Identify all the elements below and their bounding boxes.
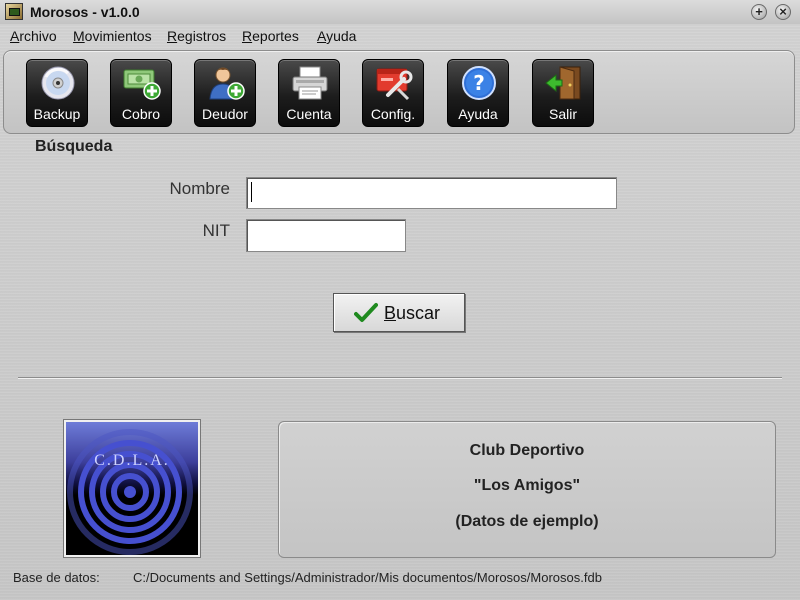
club-name-line1: Club Deportivo — [469, 442, 585, 459]
maximize-button[interactable]: + — [751, 4, 767, 20]
ayuda-label: Ayuda — [458, 106, 498, 122]
club-sample-note: (Datos de ejemplo) — [455, 513, 599, 530]
exit-door-icon — [545, 66, 581, 100]
club-name-line2: "Los Amigos" — [473, 477, 581, 494]
settings-tools-icon — [376, 68, 413, 101]
config-button[interactable]: Config. — [362, 59, 424, 127]
search-section-title: Búsqueda — [35, 138, 113, 155]
cobro-button[interactable]: Cobro — [110, 59, 172, 127]
checkmark-icon — [354, 303, 378, 322]
printer-icon — [292, 66, 328, 100]
app-icon — [5, 3, 23, 20]
menu-movimientos[interactable]: Movimientos — [73, 28, 152, 44]
title-bar[interactable]: Morosos - v1.0.0 + × — [0, 0, 800, 24]
money-add-icon — [123, 69, 161, 100]
toolbar: Backup Cobro Deudor Cuenta Config. ? Ayu… — [3, 50, 795, 134]
target-rings-icon — [67, 429, 193, 555]
salir-button[interactable]: Salir — [532, 59, 594, 127]
section-divider — [18, 377, 782, 379]
window-title: Morosos - v1.0.0 — [30, 4, 140, 20]
backup-button[interactable]: Backup — [26, 59, 88, 127]
database-path: C:/Documents and Settings/Administrador/… — [133, 570, 602, 585]
deudor-label: Deudor — [202, 106, 248, 122]
user-add-icon — [209, 67, 245, 100]
ayuda-button[interactable]: ? Ayuda — [447, 59, 509, 127]
deudor-button[interactable]: Deudor — [194, 59, 256, 127]
config-label: Config. — [370, 106, 416, 122]
salir-label: Salir — [548, 106, 577, 122]
cuenta-button[interactable]: Cuenta — [278, 59, 340, 127]
club-logo: C.D.L.A. — [64, 420, 200, 557]
cobro-label: Cobro — [121, 106, 161, 122]
menu-reportes[interactable]: Reportes — [242, 28, 299, 44]
main-window: Morosos - v1.0.0 + × Archivo Movimientos… — [0, 0, 800, 600]
nit-label: NIT — [202, 221, 230, 240]
menu-registros[interactable]: Registros — [167, 28, 226, 44]
menu-bar: Archivo Movimientos Registros Reportes A… — [0, 26, 800, 46]
search-button-label: Buscar — [384, 303, 441, 323]
backup-label: Backup — [33, 106, 81, 122]
disc-icon — [41, 66, 75, 100]
svg-text:?: ? — [473, 71, 485, 95]
menu-ayuda[interactable]: Ayuda — [317, 28, 356, 44]
nombre-input[interactable] — [246, 177, 617, 209]
search-button[interactable]: Buscar — [333, 293, 465, 332]
menu-archivo[interactable]: Archivo — [10, 28, 57, 44]
logo-text: C.D.L.A. — [94, 452, 170, 469]
nit-input[interactable] — [246, 219, 406, 252]
database-label: Base de datos: — [13, 570, 100, 585]
club-info-panel: Club Deportivo "Los Amigos" (Datos de ej… — [278, 421, 776, 558]
help-icon: ? — [462, 66, 496, 100]
close-button[interactable]: × — [775, 4, 791, 20]
nombre-label: Nombre — [169, 179, 230, 198]
cuenta-label: Cuenta — [286, 106, 332, 122]
text-caret — [251, 182, 252, 202]
